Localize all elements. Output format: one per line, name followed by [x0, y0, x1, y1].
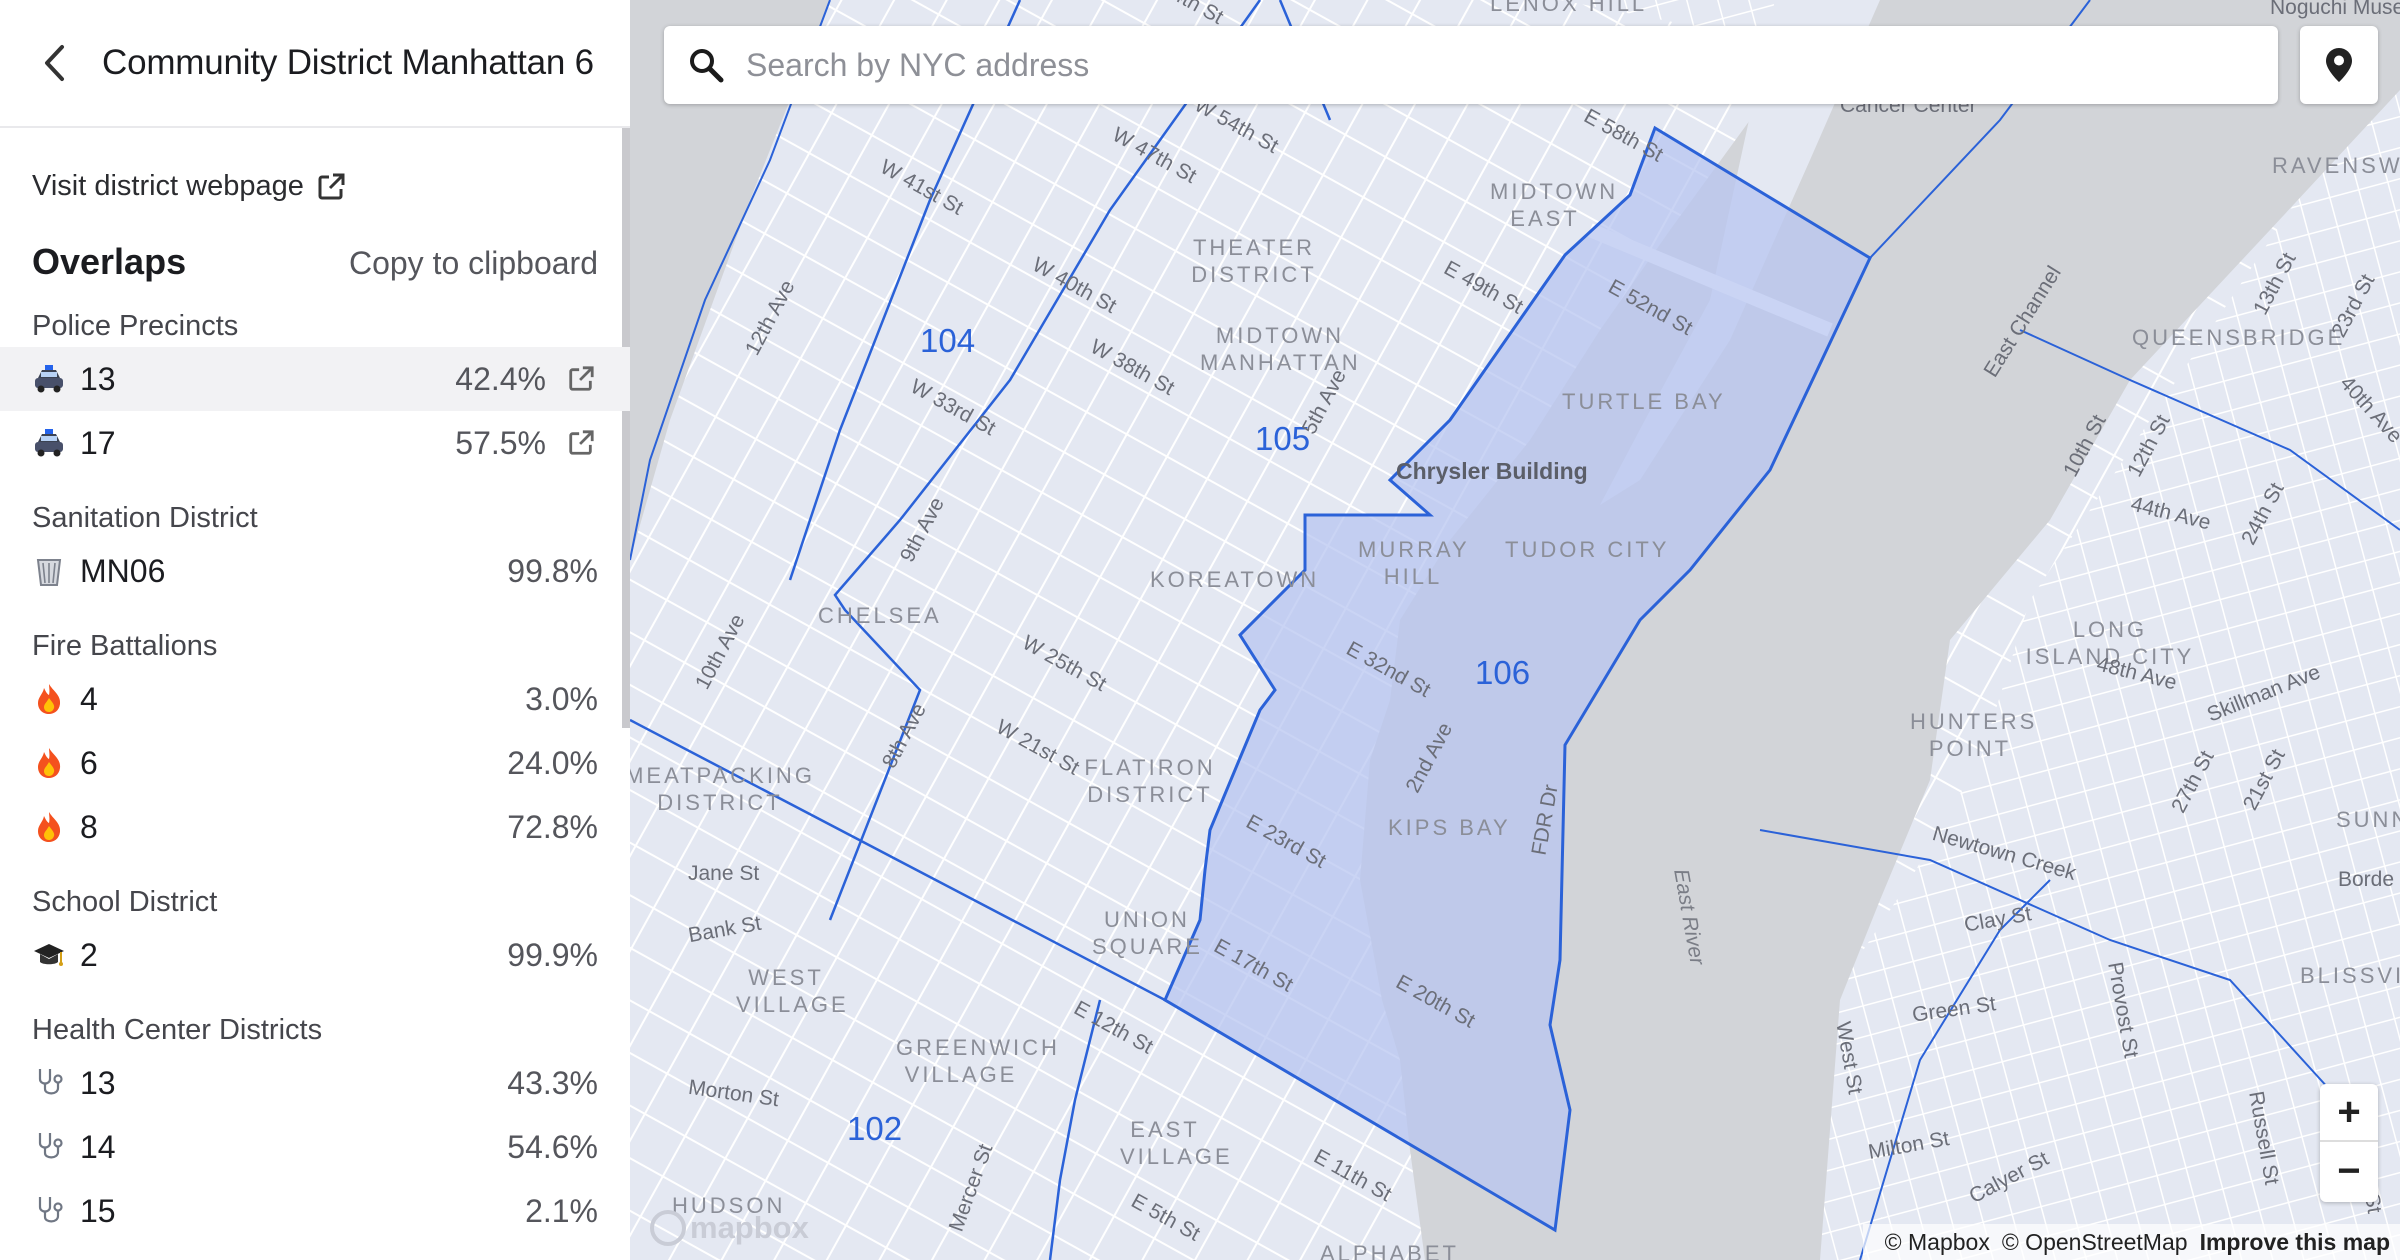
overlap-percent: 72.8% — [507, 808, 598, 845]
overlap-percent: 99.8% — [507, 552, 598, 589]
chevron-left-icon — [45, 45, 64, 81]
map-attribution: © Mapbox © OpenStreetMap Improve this ma… — [1862, 1224, 2400, 1260]
visit-district-webpage-link[interactable]: Visit district webpage — [32, 170, 598, 203]
attribution-osm-link[interactable]: © OpenStreetMap — [2002, 1229, 2188, 1256]
overlaps-header: Overlaps Copy to clipboard — [32, 241, 598, 283]
overlap-name: 6 — [80, 744, 98, 781]
overlap-row[interactable]: 8 72.8% — [0, 795, 630, 859]
overlap-name: 15 — [80, 1192, 116, 1229]
overlap-group-title: Fire Battalions — [32, 630, 218, 662]
stethoscope-icon — [32, 1066, 66, 1100]
overlap-row[interactable]: 13 43.3% — [0, 1051, 630, 1115]
overlaps-title: Overlaps — [32, 241, 187, 282]
zoom-out-button[interactable]: − — [2320, 1142, 2378, 1200]
attribution-mapbox-link[interactable]: © Mapbox — [1885, 1229, 1990, 1256]
overlap-percent: 2.1% — [525, 1192, 598, 1229]
search-bar[interactable] — [664, 26, 2278, 104]
mapbox-logo[interactable]: mapbox — [650, 1210, 809, 1246]
overlap-name: 8 — [80, 808, 98, 845]
overlap-percent: 24.0% — [507, 744, 598, 781]
overlap-row[interactable]: 6 24.0% — [0, 731, 630, 795]
overlap-group-title: School District — [32, 886, 218, 918]
locate-button[interactable] — [2300, 26, 2378, 104]
improve-map-link[interactable]: Improve this map — [2200, 1229, 2390, 1256]
overlap-name: 13 — [80, 360, 116, 397]
overlap-row[interactable]: 17 57.5% — [0, 411, 630, 475]
overlap-name: 4 — [80, 680, 98, 717]
search-icon — [690, 49, 724, 83]
wastebasket-icon — [32, 554, 66, 588]
overlap-row[interactable]: 2 99.9% — [0, 923, 630, 987]
fire-icon — [32, 682, 66, 716]
visit-district-webpage-label: Visit district webpage — [32, 170, 304, 202]
sidebar: Community District Manhattan 6 Visit dis… — [0, 0, 630, 1260]
external-link-icon[interactable] — [564, 426, 598, 460]
overlap-percent: 54.6% — [507, 1128, 598, 1165]
mapbox-logo-icon — [650, 1210, 686, 1246]
overlap-name: 14 — [80, 1128, 116, 1165]
police-car-icon — [32, 426, 66, 460]
graduation-cap-icon — [32, 938, 66, 972]
search-input[interactable] — [746, 46, 2278, 84]
overlap-row[interactable]: 4 3.0% — [0, 667, 630, 731]
mapbox-logo-text: mapbox — [690, 1210, 809, 1245]
overlap-name: 17 — [80, 424, 116, 461]
overlap-name: 13 — [80, 1064, 116, 1101]
map[interactable]: 104 105 106 102 MIDTOWN EAST THEATER DIS… — [630, 0, 2400, 1260]
external-link-icon[interactable] — [564, 362, 598, 396]
zoom-control: + − — [2320, 1084, 2378, 1202]
police-car-icon — [32, 362, 66, 396]
overlap-percent: 3.0% — [525, 680, 598, 717]
zoom-in-button[interactable]: + — [2320, 1084, 2378, 1142]
fire-icon — [32, 810, 66, 844]
copy-to-clipboard-button[interactable]: Copy to clipboard — [349, 245, 598, 282]
overlap-percent: 43.3% — [507, 1064, 598, 1101]
overlap-row[interactable]: 13 42.4% — [0, 347, 630, 411]
overlap-groups: Police Precincts 13 42.4% 17 57.5% Sanit… — [0, 305, 630, 1243]
stethoscope-icon — [32, 1130, 66, 1164]
overlap-name: MN06 — [80, 552, 166, 589]
page-title: Community District Manhattan 6 — [102, 43, 594, 82]
back-button[interactable] — [32, 41, 76, 85]
overlap-percent: 42.4% — [455, 360, 546, 397]
overlap-percent: 57.5% — [455, 424, 546, 461]
overlap-name: 2 — [80, 936, 98, 973]
fire-icon — [32, 746, 66, 780]
overlap-group-title: Police Precincts — [32, 310, 239, 342]
basemap — [630, 0, 2400, 1260]
overlap-row[interactable]: MN06 99.8% — [0, 539, 630, 603]
location-pin-icon — [2326, 48, 2352, 82]
overlap-group-title: Health Center Districts — [32, 1014, 323, 1046]
sidebar-header: Community District Manhattan 6 — [0, 0, 630, 128]
overlap-row[interactable]: 14 54.6% — [0, 1115, 630, 1179]
sidebar-body: Visit district webpage Overlaps Copy to … — [0, 170, 630, 1243]
overlap-row[interactable]: 15 2.1% — [0, 1179, 630, 1243]
external-link-icon — [318, 173, 345, 199]
overlap-group-title: Sanitation District — [32, 502, 258, 534]
overlap-percent: 99.9% — [507, 936, 598, 973]
stethoscope-icon — [32, 1194, 66, 1228]
